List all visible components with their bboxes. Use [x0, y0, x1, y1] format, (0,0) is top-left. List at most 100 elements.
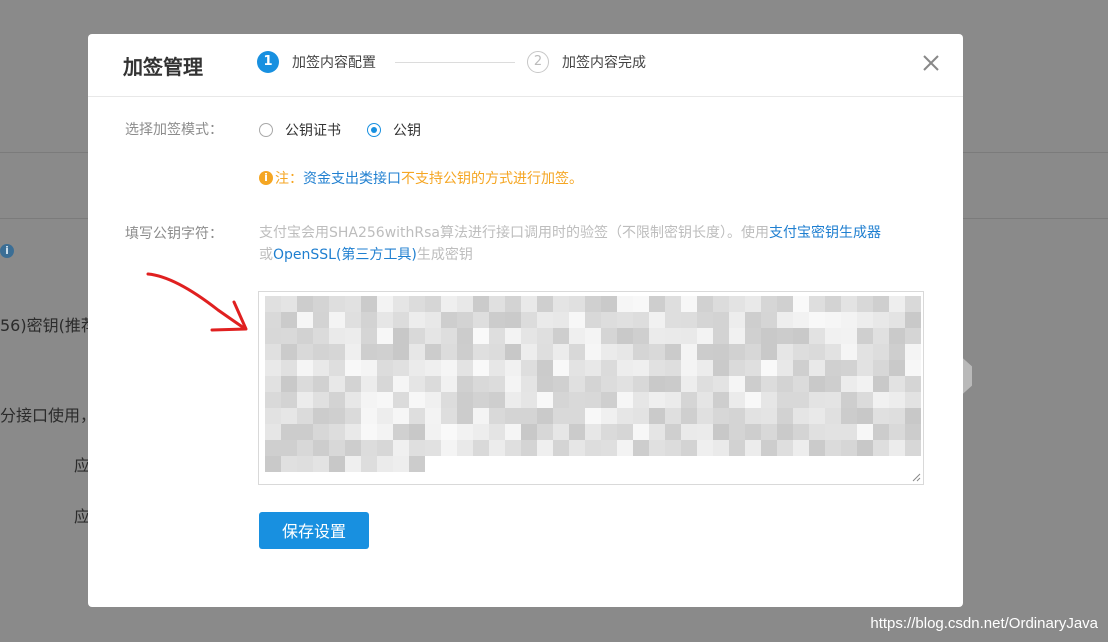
- redaction-pixel: [553, 408, 569, 424]
- redaction-pixel: [873, 296, 889, 312]
- redaction-pixel: [857, 312, 873, 328]
- redaction-pixel: [377, 376, 393, 392]
- redaction-pixel: [793, 424, 809, 440]
- redaction-pixel: [761, 440, 777, 456]
- redaction-pixel: [633, 296, 649, 312]
- redaction-pixel: [425, 376, 441, 392]
- redaction-pixel: [441, 312, 457, 328]
- redaction-pixel: [361, 328, 377, 344]
- redaction-pixel: [425, 312, 441, 328]
- fund-payout-api-link[interactable]: 资金支出类接口: [303, 168, 401, 188]
- redaction-pixel: [505, 408, 521, 424]
- redaction-pixel: [745, 392, 761, 408]
- redaction-pixel: [537, 440, 553, 456]
- redaction-pixel: [681, 392, 697, 408]
- redaction-pixel: [473, 440, 489, 456]
- resize-handle-icon[interactable]: [912, 473, 921, 482]
- radio-public-key[interactable]: 公钥: [367, 120, 421, 140]
- redaction-pixel: [585, 376, 601, 392]
- redaction-pixel: [297, 328, 313, 344]
- redaction-pixel: [377, 424, 393, 440]
- radio-circle[interactable]: [367, 123, 381, 137]
- redaction-pixel: [329, 296, 345, 312]
- redaction-pixel: [793, 360, 809, 376]
- redaction-pixel: [313, 312, 329, 328]
- save-settings-button[interactable]: 保存设置: [259, 512, 369, 549]
- redaction-pixel: [345, 296, 361, 312]
- redaction-pixel: [809, 376, 825, 392]
- redaction-pixel: [601, 344, 617, 360]
- note-prefix: 注：: [275, 171, 303, 187]
- redaction-pixel: [425, 424, 441, 440]
- redaction-pixel: [505, 344, 521, 360]
- public-key-textarea[interactable]: [258, 291, 924, 485]
- redaction-pixel: [329, 344, 345, 360]
- redaction-pixel: [489, 376, 505, 392]
- redaction-pixel: [377, 360, 393, 376]
- redaction-pixel: [681, 344, 697, 360]
- redaction-pixel: [585, 360, 601, 376]
- redaction-pixel: [665, 392, 681, 408]
- redaction-pixel: [873, 440, 889, 456]
- redaction-pixel: [633, 344, 649, 360]
- redaction-pixel: [713, 328, 729, 344]
- redaction-pixel: [761, 376, 777, 392]
- redaction-pixel: [553, 424, 569, 440]
- redaction-pixel: [457, 408, 473, 424]
- openssl-link[interactable]: OpenSSL(第三方工具): [273, 247, 417, 263]
- redaction-pixel: [457, 392, 473, 408]
- redaction-pixel: [553, 328, 569, 344]
- radio-public-key-cert[interactable]: 公钥证书: [259, 120, 341, 140]
- redaction-pixel: [457, 376, 473, 392]
- redaction-pixel: [265, 424, 281, 440]
- redaction-pixel: [265, 312, 281, 328]
- redaction-pixel: [793, 376, 809, 392]
- redaction-pixel: [345, 408, 361, 424]
- redaction-pixel: [617, 360, 633, 376]
- redaction-pixel: [905, 440, 921, 456]
- redaction-pixel: [281, 456, 297, 472]
- redaction-pixel: [313, 424, 329, 440]
- redaction-pixel: [649, 344, 665, 360]
- redaction-pixel: [265, 376, 281, 392]
- redaction-pixel: [617, 392, 633, 408]
- redaction-pixel: [537, 328, 553, 344]
- redaction-pixel: [265, 392, 281, 408]
- redaction-pixel: [889, 360, 905, 376]
- redaction-pixel: [601, 392, 617, 408]
- redaction-pixel: [585, 408, 601, 424]
- redaction-pixel: [377, 296, 393, 312]
- redaction-pixel: [345, 440, 361, 456]
- key-generator-link[interactable]: 支付宝密钥生成器: [769, 225, 881, 241]
- redaction-pixel: [665, 376, 681, 392]
- redaction-pixel: [729, 328, 745, 344]
- redaction-pixel: [281, 344, 297, 360]
- redaction-pixel: [265, 440, 281, 456]
- redaction-pixel: [665, 440, 681, 456]
- radio-circle[interactable]: [259, 123, 273, 137]
- redaction-pixel: [409, 392, 425, 408]
- redaction-pixel: [649, 392, 665, 408]
- redaction-pixel: [569, 376, 585, 392]
- redaction-pixel: [553, 296, 569, 312]
- redaction-pixel: [281, 296, 297, 312]
- redaction-pixel: [777, 344, 793, 360]
- redaction-pixel: [825, 328, 841, 344]
- redaction-pixel: [505, 296, 521, 312]
- redaction-pixel: [857, 440, 873, 456]
- redaction-pixel: [761, 392, 777, 408]
- redaction-pixel: [537, 296, 553, 312]
- redaction-pixel: [745, 360, 761, 376]
- redaction-pixel: [393, 344, 409, 360]
- close-icon[interactable]: [920, 52, 942, 74]
- redaction-pixel: [441, 440, 457, 456]
- redaction-pixel: [457, 296, 473, 312]
- step-label: 加签内容完成: [562, 55, 646, 71]
- redaction-pixel: [761, 328, 777, 344]
- step-label: 加签内容配置: [292, 55, 376, 71]
- redaction-pixel: [793, 392, 809, 408]
- redaction-pixel: [857, 376, 873, 392]
- redaction-pixel: [553, 376, 569, 392]
- redaction-pixel: [889, 344, 905, 360]
- redaction-pixel: [281, 312, 297, 328]
